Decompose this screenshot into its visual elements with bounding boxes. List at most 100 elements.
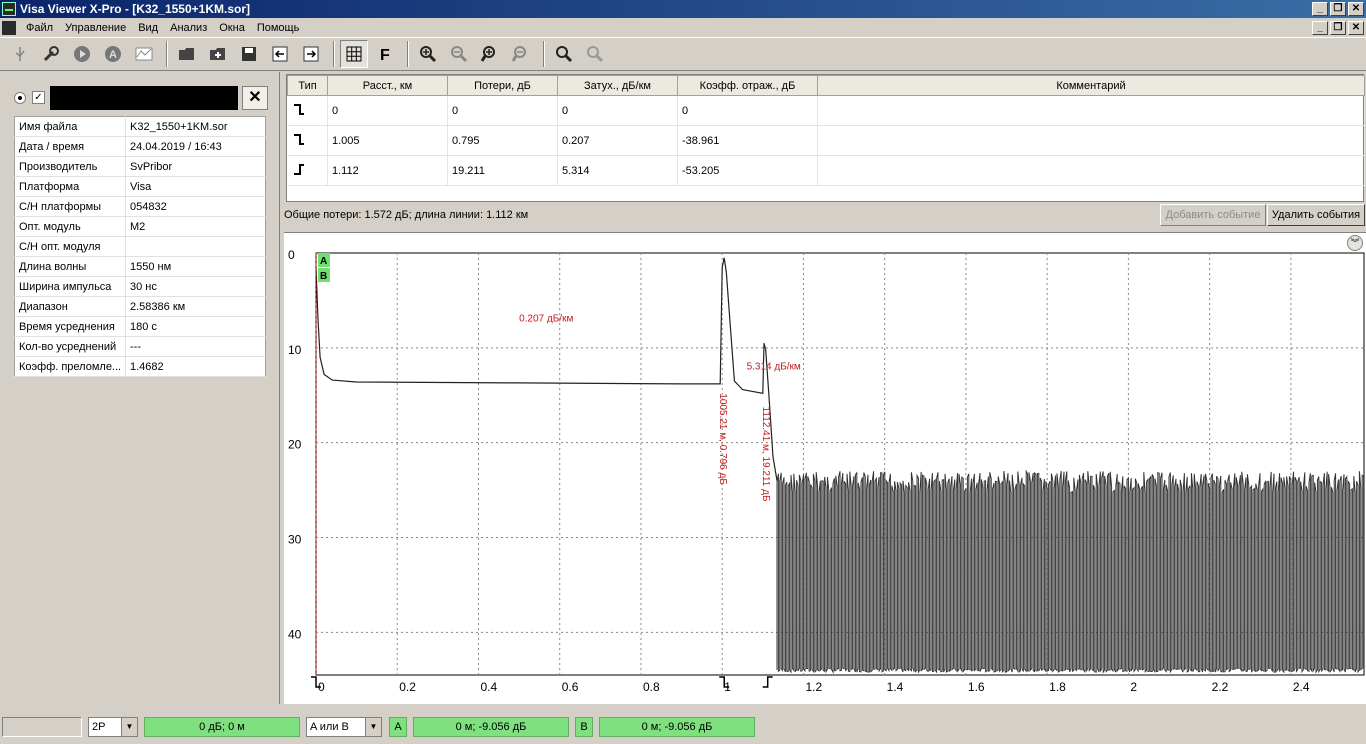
zoom-in-icon[interactable] <box>414 40 442 68</box>
delete-events-button[interactable]: Удалить события <box>1267 204 1365 226</box>
status-bar: 2P ▼ 0 дБ; 0 м A или B ▼ A 0 м; -9.056 д… <box>0 712 1366 744</box>
minimize-button[interactable]: _ <box>1312 2 1328 16</box>
annotation-label: 1112.41 м, 19.211 дБ <box>760 407 771 502</box>
event-reflectance: -53.205 <box>677 155 818 186</box>
col-distance[interactable]: Расст., км <box>327 75 448 96</box>
property-value: 1550 нм <box>125 256 266 277</box>
menu-windows[interactable]: Окна <box>213 22 251 34</box>
prev-icon[interactable] <box>266 40 294 68</box>
menu-file[interactable]: Файл <box>20 22 59 34</box>
auto-icon[interactable]: A <box>99 40 127 68</box>
play-icon[interactable] <box>68 40 96 68</box>
x-tick-label: 2.2 <box>1212 680 1229 694</box>
menu-analysis[interactable]: Анализ <box>164 22 213 34</box>
x-tick-label: 1.2 <box>805 680 822 694</box>
event-row[interactable]: 1.005 0.795 0.207 -38.961 <box>287 125 1365 156</box>
open-folder-icon[interactable] <box>173 40 201 68</box>
event-row[interactable]: 1.112 19.211 5.314 -53.205 <box>287 155 1365 186</box>
x-tick-label: 0.8 <box>643 680 660 694</box>
file-checkbox[interactable]: ✓ <box>32 91 45 104</box>
property-key: Ширина импульса <box>14 276 126 297</box>
title-bar: Visa Viewer X-Pro - [K32_1550+1KM.sor] _… <box>0 0 1366 18</box>
property-row: Время усреднения 180 с <box>14 316 266 337</box>
event-marker-icon <box>762 676 773 688</box>
search-icon[interactable] <box>550 40 578 68</box>
app-icon <box>2 2 16 16</box>
property-key: Время усреднения <box>14 316 126 337</box>
search-alt-icon[interactable] <box>581 40 609 68</box>
marker-b-label: B <box>320 271 327 282</box>
event-loss: 0 <box>447 95 558 126</box>
property-key: Имя файла <box>14 116 126 137</box>
y-tick-label: 0 <box>288 248 295 262</box>
trace-chart[interactable]: 0 0.2 0.4 0.6 0.8 1 1.2 1.4 1.6 1.8 2 2.2 2.40102030… <box>284 233 1366 705</box>
col-loss[interactable]: Потери, дБ <box>447 75 558 96</box>
close-button[interactable]: ✕ <box>1348 2 1364 16</box>
toolbar: A F <box>0 37 1366 71</box>
add-event-button[interactable]: Добавить событие <box>1160 204 1266 226</box>
next-icon[interactable] <box>297 40 325 68</box>
close-file-icon[interactable]: ✕ <box>242 86 268 110</box>
zoom-in-alt-icon[interactable] <box>476 40 504 68</box>
event-row[interactable]: 0000 <box>287 95 1365 126</box>
cursor-readout: 0 дБ; 0 м <box>144 717 300 737</box>
event-attenuation: 5.314 <box>557 155 678 186</box>
x-tick-label: 2 <box>1130 680 1137 694</box>
summary-bar: Общие потери: 1.572 дБ; длина линии: 1.1… <box>284 204 1366 226</box>
grid-icon[interactable] <box>340 40 368 68</box>
f-icon[interactable]: F <box>371 40 399 68</box>
doc-close-button[interactable]: ✕ <box>1348 20 1364 35</box>
file-radio[interactable] <box>14 92 26 104</box>
property-row: Платформа Visa <box>14 176 266 197</box>
property-key: Кол-во усреднений <box>14 336 126 357</box>
col-reflectance[interactable]: Коэфф. отраж., дБ <box>677 75 818 96</box>
mode-select[interactable]: 2P ▼ <box>88 717 138 737</box>
document-icon <box>2 20 16 35</box>
restore-button[interactable]: ❐ <box>1330 2 1346 16</box>
svg-text:F: F <box>380 47 390 63</box>
col-attenuation[interactable]: Затух., дБ/км <box>557 75 678 96</box>
event-loss: 0.795 <box>447 125 558 156</box>
property-value: 1.4682 <box>125 356 266 377</box>
save-icon[interactable] <box>235 40 263 68</box>
toolbar-separator <box>543 41 545 67</box>
menu-help[interactable]: Помощь <box>251 22 306 34</box>
property-row: Длина волны 1550 нм <box>14 256 266 277</box>
wrench-icon[interactable] <box>37 40 65 68</box>
col-comment[interactable]: Комментарий <box>817 75 1365 96</box>
x-tick-label: 1.4 <box>887 680 904 694</box>
file-name-field[interactable] <box>50 86 238 110</box>
property-key: Длина волны <box>14 256 126 277</box>
property-key: С/Н опт. модуля <box>14 236 126 257</box>
status-blank <box>2 717 82 737</box>
x-tick-label: 0.2 <box>399 680 416 694</box>
zoom-out-alt-icon[interactable] <box>507 40 535 68</box>
event-distance: 1.005 <box>327 125 448 156</box>
collapse-icon[interactable]: ︾ <box>1347 235 1363 251</box>
toolbar-separator <box>166 41 168 67</box>
annotation-label: 1005.21 м, 0.796 дБ <box>717 393 728 485</box>
doc-restore-button[interactable]: ❐ <box>1330 20 1346 35</box>
marker-a-label: A <box>320 256 327 267</box>
trace-icon[interactable] <box>130 40 158 68</box>
cursor-b-value: 0 м; -9.056 дБ <box>599 717 755 737</box>
event-distance: 1.112 <box>327 155 448 186</box>
cursor-select[interactable]: A или B ▼ <box>306 717 382 737</box>
event-reflectance: 0 <box>677 95 818 126</box>
usb-icon[interactable] <box>6 40 34 68</box>
menu-bar: Файл Управление Вид Анализ Окна Помощь _… <box>0 18 1366 37</box>
col-type[interactable]: Тип <box>287 75 328 96</box>
menu-view[interactable]: Вид <box>132 22 164 34</box>
menu-control[interactable]: Управление <box>59 22 132 34</box>
add-folder-icon[interactable] <box>204 40 232 68</box>
trace-graph-panel[interactable]: 0 0.2 0.4 0.6 0.8 1 1.2 1.4 1.6 1.8 2 2.2 2.4 0 10 20 30… <box>284 232 1366 704</box>
property-key: Дата / время <box>14 136 126 157</box>
toolbar-separator <box>333 41 335 67</box>
doc-minimize-button[interactable]: _ <box>1312 20 1328 35</box>
file-info-panel: ✓ ✕ Имя файла K32_1550+1KM.sor Дата / врем… <box>0 72 280 704</box>
annotation-label: 0.207 дБ/км <box>519 313 573 324</box>
property-value: 180 с <box>125 316 266 337</box>
zoom-out-icon[interactable] <box>445 40 473 68</box>
svg-text:A: A <box>109 49 117 61</box>
property-row: Кол-во усреднений --- <box>14 336 266 357</box>
